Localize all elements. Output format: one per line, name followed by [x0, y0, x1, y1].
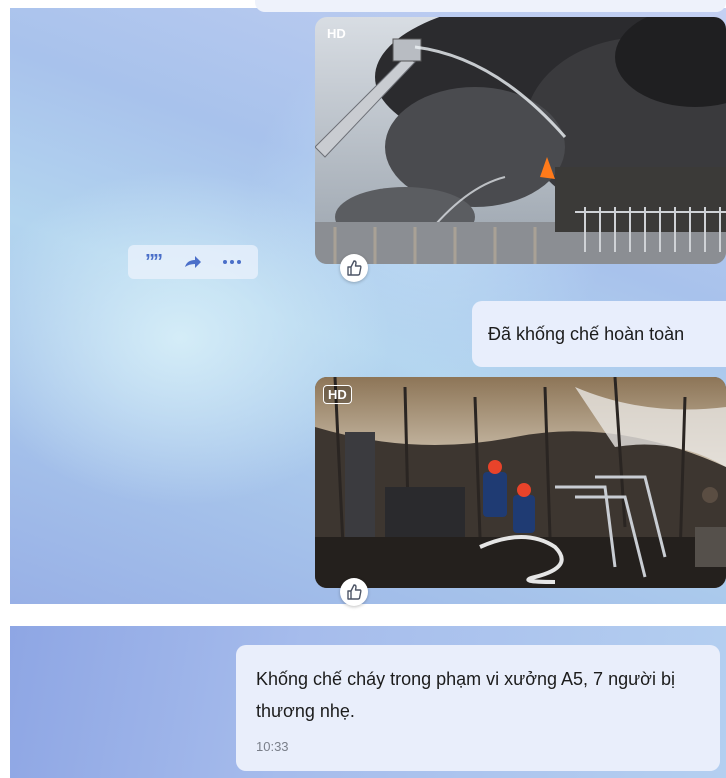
- fire-smoke-image: [315, 17, 726, 264]
- react-button[interactable]: [340, 254, 368, 282]
- text-message-bubble[interactable]: Đã khống chế hoàn toàn: [472, 301, 726, 367]
- quote-icon[interactable]: ””: [139, 247, 169, 277]
- thumbs-up-icon: [347, 260, 362, 276]
- message-text: Đã khống chế hoàn toàn: [488, 323, 685, 344]
- more-icon[interactable]: [217, 247, 247, 277]
- message-timestamp: 10:33: [256, 739, 289, 754]
- thumbs-up-icon: [347, 584, 362, 600]
- hd-badge: HD: [323, 385, 352, 404]
- photo-message-firefighters[interactable]: HD: [315, 377, 726, 588]
- react-button[interactable]: [340, 578, 368, 606]
- text-message-bubble[interactable]: Khống chế cháy trong phạm vi xưởng A5, 7…: [236, 645, 720, 771]
- forward-icon[interactable]: [178, 247, 208, 277]
- svg-text:”: ”: [153, 254, 163, 270]
- message-action-bar: ””: [128, 245, 258, 279]
- photo-message-fire-smoke[interactable]: HD: [315, 17, 726, 264]
- firefighters-image: [315, 377, 726, 588]
- message-text: Khống chế cháy trong phạm vi xưởng A5, 7…: [256, 669, 675, 721]
- previous-message-bubble-edge: [255, 0, 726, 12]
- hd-badge: HD: [327, 26, 346, 41]
